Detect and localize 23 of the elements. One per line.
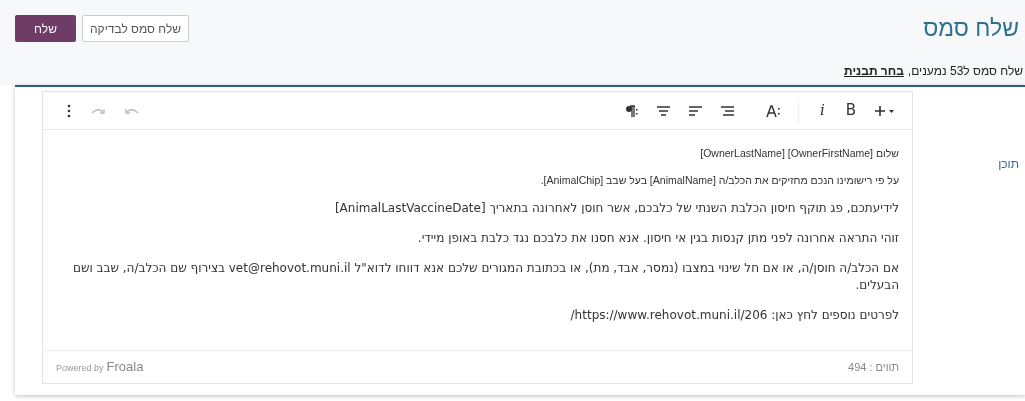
plus-icon[interactable] — [874, 103, 896, 118]
test-send-button[interactable]: שלח סמס לבדיקה — [82, 15, 190, 42]
message-paragraph: על פי רישומינו הנכם מחזיקים את הכלב/ה [AnimalName] בעל שבב [AnimalChip]. — [539, 173, 899, 187]
align-left-icon[interactable] — [687, 104, 702, 117]
font-size-icon[interactable] — [765, 103, 780, 118]
paragraph-icon[interactable] — [623, 103, 638, 118]
choose-template-link[interactable]: בחר תבנית — [844, 62, 904, 80]
send-button[interactable]: שלח — [15, 15, 76, 42]
message-paragraph: לידיעתכם, פג תוקף חיסון הכלבת השנתי של כלבכם, אשר חוסן לאחרונה בתאריך [AnimalLastVaccineDate] — [333, 200, 899, 217]
message-paragraph: זוהי התראה אחרונה לפני מתן קנסות בגין אי חיסון. אנא חסנו את כלבכם נגד כלבת באופן מיידי. — [416, 230, 899, 247]
message-paragraph: לפרטים נוספים לחץ כאן: https://www.rehovot.muni.il/206/ — [569, 307, 899, 324]
recipients-text: שלח סמס ל53 נמענים, — [907, 63, 1023, 80]
page-title: שלח סמס — [923, 14, 1019, 44]
content-label: תוכן — [998, 157, 1019, 171]
more-icon[interactable] — [67, 103, 71, 118]
character-count: תווים : 494 — [848, 359, 899, 375]
message-paragraph: אם הכלב/ה חוסן/ה, או אם חל שינוי במצבו (נמסר, אבד, מת), או בכתובת המגורים שלכם אנא דווחו לדוא"ל vet@rehovot.muni.il בצירוף שם הכלב/ה, שבב ושם הבעלים. — [72, 260, 899, 294]
powered-by-link[interactable]: Powered by Froala — [56, 357, 144, 377]
align-center-icon[interactable] — [655, 104, 670, 117]
align-right-icon[interactable] — [719, 104, 734, 117]
italic-button[interactable]: i — [816, 99, 828, 122]
message-paragraph: שלום [OwnerFirstName] [OwnerLastName] — [699, 146, 899, 160]
bold-button[interactable]: B — [845, 99, 856, 122]
